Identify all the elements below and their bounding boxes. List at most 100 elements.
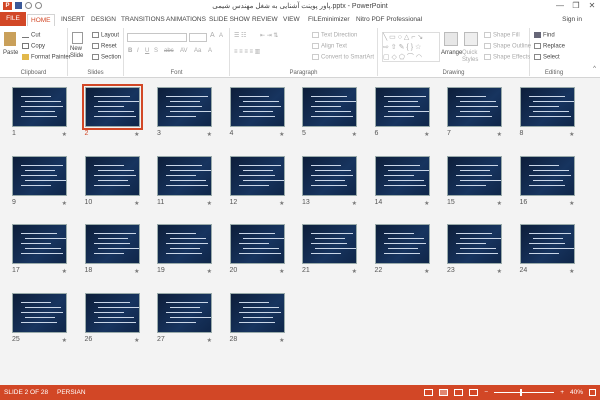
align-text-button[interactable]: Align Text [312, 43, 347, 50]
change-case-icon[interactable]: Aa [194, 48, 201, 54]
slide-thumbnail[interactable]: 13 ★ [302, 155, 357, 207]
reading-view-icon[interactable] [454, 389, 464, 396]
increase-font-icon[interactable]: A [210, 32, 215, 39]
transition-star-icon[interactable]: ★ [569, 131, 574, 138]
font-size-input[interactable] [189, 33, 207, 42]
slide-thumbnail[interactable]: 17 ★ [12, 224, 67, 275]
slide-thumbnail[interactable]: 15 ★ [447, 155, 502, 207]
slide-thumbnail[interactable]: 28 ★ [229, 292, 285, 344]
slide-thumbnail[interactable]: 2 ★ [81, 84, 143, 138]
slide-thumbnail[interactable]: 26 ★ [84, 292, 140, 344]
slide-thumbnail[interactable]: 20 ★ [229, 224, 285, 275]
text-direction-button[interactable]: Text Direction [312, 32, 357, 39]
transition-star-icon[interactable]: ★ [207, 268, 212, 275]
transition-star-icon[interactable]: ★ [424, 268, 429, 275]
new-slide-button[interactable]: New Slide [70, 46, 90, 60]
transition-star-icon[interactable]: ★ [62, 268, 67, 275]
transition-star-icon[interactable]: ★ [497, 131, 502, 138]
transition-star-icon[interactable]: ★ [279, 131, 284, 138]
transition-star-icon[interactable]: ★ [497, 200, 502, 207]
slide-thumbnail[interactable]: 21 ★ [302, 224, 357, 275]
underline-icon[interactable]: U [145, 48, 149, 54]
select-button[interactable]: Select [534, 54, 560, 61]
section-button[interactable]: Section [92, 54, 121, 61]
slide-thumbnail[interactable]: 23 ★ [447, 224, 502, 275]
shapes-gallery[interactable]: ╲ ▭ ○ △ ⌐ ↘ ⇨ ⇧ ✎ { } ☆ ▢ ◇ ⬠ ⌒ ◠ [382, 32, 440, 62]
transition-star-icon[interactable]: ★ [569, 200, 574, 207]
transition-star-icon[interactable]: ★ [207, 200, 212, 207]
character-spacing-icon[interactable]: AV [180, 48, 188, 54]
slideshow-icon[interactable] [469, 389, 479, 396]
tab-file[interactable]: FILE [0, 12, 26, 26]
convert-smartart-button[interactable]: Convert to SmartArt [312, 54, 374, 61]
zoom-slider-handle[interactable] [520, 389, 523, 396]
minimize-button[interactable]: — [552, 0, 568, 12]
slide-thumbnail[interactable]: 18 ★ [84, 224, 140, 275]
transition-star-icon[interactable]: ★ [134, 268, 139, 275]
bullets-icon[interactable]: ☰ ☷ [234, 32, 246, 39]
tab-slide-show[interactable]: SLIDE SHOW [206, 14, 253, 26]
transition-star-icon[interactable]: ★ [134, 200, 139, 207]
slide-thumbnail[interactable]: 27 ★ [157, 292, 212, 344]
slide-thumbnail[interactable]: 12 ★ [229, 155, 285, 207]
reset-button[interactable]: Reset [92, 43, 117, 50]
quick-styles-icon[interactable] [464, 32, 478, 46]
transition-star-icon[interactable]: ★ [424, 131, 429, 138]
language-indicator[interactable]: PERSIAN [57, 385, 86, 400]
tab-review[interactable]: REVIEW [249, 14, 281, 26]
shape-fill-button[interactable]: Shape Fill [484, 32, 520, 39]
sign-in-link[interactable]: Sign in [562, 14, 582, 26]
transition-star-icon[interactable]: ★ [62, 131, 67, 138]
arrange-icon[interactable] [444, 32, 458, 46]
slide-thumbnail[interactable]: 10 ★ [84, 155, 140, 207]
slide-thumbnail[interactable]: 5 ★ [302, 87, 357, 138]
indent-icon[interactable]: ⇤ ⇥ ⇅ [260, 32, 278, 39]
replace-button[interactable]: Replace [534, 43, 565, 50]
paste-icon[interactable] [4, 32, 16, 46]
bold-icon[interactable]: B [128, 48, 132, 54]
transition-star-icon[interactable]: ★ [497, 268, 502, 275]
slide-thumbnail[interactable]: 11 ★ [157, 155, 212, 207]
zoom-out-icon[interactable]: − [484, 385, 488, 400]
slide-thumbnail[interactable]: 24 ★ [519, 224, 575, 275]
decrease-font-icon[interactable]: A [219, 33, 223, 39]
transition-star-icon[interactable]: ★ [569, 268, 574, 275]
slide-thumbnail[interactable]: 7 ★ [447, 87, 502, 138]
format-painter-button[interactable]: Format Painter [22, 54, 71, 61]
transition-star-icon[interactable]: ★ [352, 200, 357, 207]
new-slide-icon[interactable] [72, 32, 83, 44]
slide-thumbnail[interactable]: 3 ★ [157, 87, 212, 138]
normal-view-icon[interactable] [424, 389, 434, 396]
transition-star-icon[interactable]: ★ [424, 200, 429, 207]
tab-view[interactable]: VIEW [280, 14, 303, 26]
slide-sorter[interactable]: 1 ★ 2 ★ 3 ★ 4 ★ 5 ★ 6 ★ 7 ★ 8 ★ 9 ★ 10 ★ 11 ★ 12 ★ 13 ★ 14 ★ 15 ★ 16 ★ 1… [0, 79, 600, 385]
transition-star-icon[interactable]: ★ [279, 200, 284, 207]
restore-button[interactable]: ❐ [568, 0, 584, 12]
slide-thumbnail[interactable]: 1 ★ [12, 87, 67, 138]
slide-thumbnail[interactable]: 8 ★ [519, 87, 575, 138]
tab-insert[interactable]: INSERT [58, 14, 88, 26]
zoom-in-icon[interactable]: + [560, 385, 564, 400]
tab-design[interactable]: DESIGN [88, 14, 119, 26]
fit-to-window-icon[interactable] [589, 389, 596, 396]
font-name-input[interactable] [127, 33, 187, 42]
zoom-level[interactable]: 40% [570, 385, 583, 400]
shadow-icon[interactable]: S [154, 48, 158, 54]
cut-button[interactable]: Cut [22, 32, 40, 39]
slide-thumbnail[interactable]: 19 ★ [157, 224, 212, 275]
transition-star-icon[interactable]: ★ [279, 268, 284, 275]
slide-thumbnail[interactable]: 9 ★ [12, 155, 67, 207]
transition-star-icon[interactable]: ★ [207, 131, 212, 138]
transition-star-icon[interactable]: ★ [62, 200, 67, 207]
transition-star-icon[interactable]: ★ [62, 337, 67, 344]
shape-effects-button[interactable]: Shape Effects [484, 54, 530, 61]
tab-home[interactable]: HOME [27, 14, 55, 26]
close-button[interactable]: ✕ [584, 0, 600, 12]
tab-animations[interactable]: ANIMATIONS [163, 14, 209, 26]
strikethrough-icon[interactable]: abc [164, 48, 174, 54]
font-color-icon[interactable]: A [208, 48, 212, 54]
slide-thumbnail[interactable]: 4 ★ [229, 87, 285, 138]
tab-fileminimizer[interactable]: FILEminimizer [305, 14, 353, 26]
shape-outline-button[interactable]: Shape Outline [484, 43, 531, 50]
transition-star-icon[interactable]: ★ [134, 131, 139, 138]
